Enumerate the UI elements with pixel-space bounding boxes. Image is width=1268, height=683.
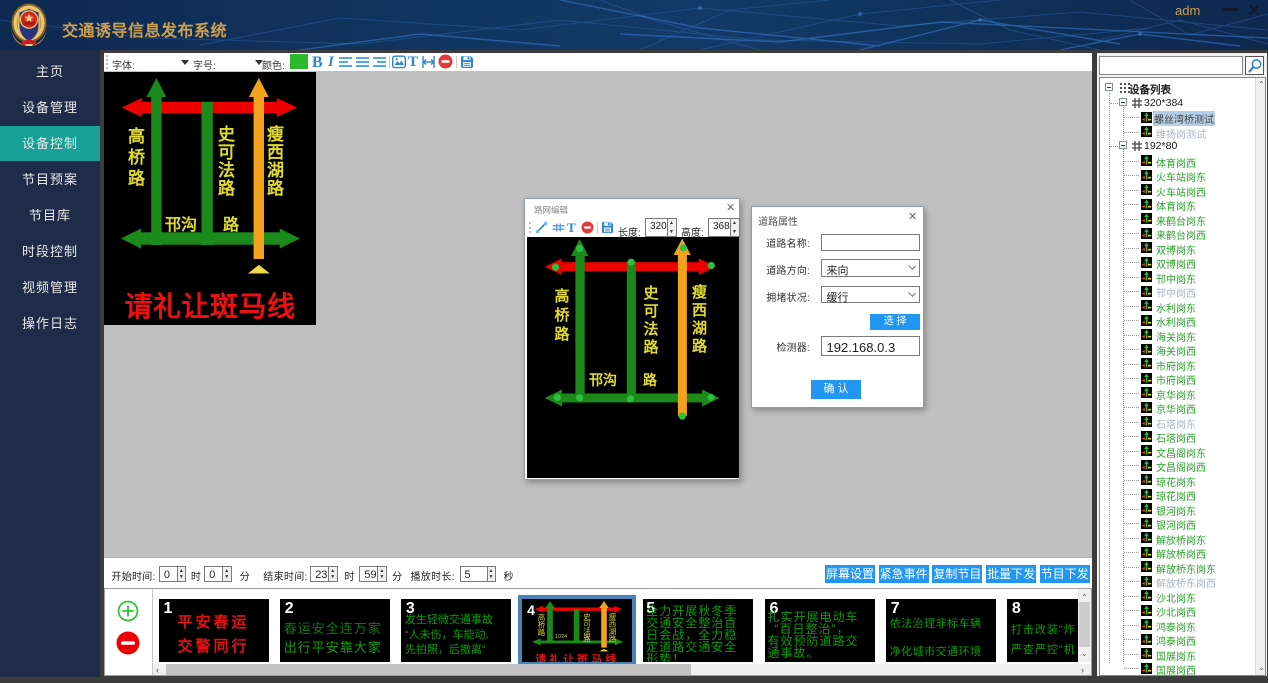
svg-text:路: 路 <box>609 634 617 644</box>
svg-text:39: 39 <box>584 634 590 640</box>
svg-text:1024: 1024 <box>555 634 567 640</box>
svg-text:路: 路 <box>538 627 546 637</box>
